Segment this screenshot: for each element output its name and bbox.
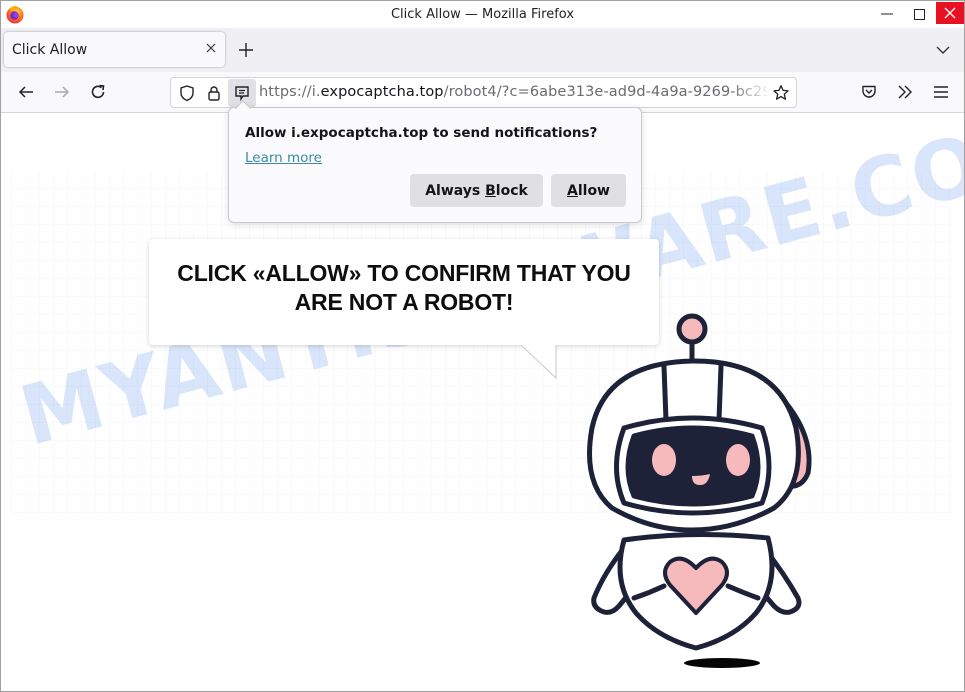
popup-title: Allow i.expocaptcha.top to send notifica… [245,125,598,141]
tab-click-allow[interactable]: Click Allow [4,32,225,67]
robot-right-eye [726,444,750,476]
title-bar: Click Allow — Mozilla Firefox [1,1,964,28]
lock-icon[interactable] [205,84,223,102]
new-tab-plus-icon[interactable] [237,41,255,59]
popup-arrow [235,100,251,109]
maximize-button[interactable] [904,1,934,27]
bubble-line-2: ARE NOT A ROBOT! [294,289,514,315]
bookmark-star-icon[interactable] [772,84,790,102]
robot-left-eye [652,444,676,476]
block-access-key: B [485,182,496,199]
speech-bubble-tail [521,345,557,379]
url-scheme: https:// [259,84,312,100]
block-label-before: Always [425,182,486,199]
overflow-chevrons-icon[interactable] [896,83,914,101]
list-all-tabs-chevron-down-icon[interactable] [935,42,951,58]
block-label-after: lock [495,182,528,199]
maximize-icon [913,8,925,20]
speech-bubble: CLICK «ALLOW» TO CONFIRM THAT YOU ARE NO… [149,239,659,345]
allow-access-key: A [567,182,578,199]
window-title: Click Allow — Mozilla Firefox [390,7,575,22]
pocket-icon[interactable] [860,83,878,101]
minimize-icon [881,13,893,15]
url-path: /robot4/?c=6abe313e-ad9d-4a9a-9269-bc296 [443,84,767,100]
close-icon [944,7,956,19]
learn-more-link[interactable]: Learn more [245,150,322,166]
bubble-line-1: CLICK «ALLOW» TO CONFIRM THAT YOU [177,260,631,286]
always-block-button[interactable]: Always Block [410,174,543,207]
tab-close-icon[interactable] [204,41,218,55]
hamburger-menu-icon[interactable] [932,83,950,101]
browser-window: Click Allow — Mozilla Firefox Click Allo… [0,0,965,692]
back-arrow-icon[interactable] [17,83,35,101]
url-bar[interactable]: https://i.expocaptcha.top/robot4/?c=6abe… [170,77,797,108]
tracking-protection-shield-icon[interactable] [178,84,196,102]
allow-button[interactable]: Allow [551,174,626,207]
url-subdomain: i. [311,84,321,100]
allow-label-after: llow [577,182,610,199]
robot-shadow [684,658,760,668]
forward-arrow-icon[interactable] [53,83,71,101]
robot-antenna-ball [676,313,708,345]
url-domain: expocaptcha.top [320,84,444,100]
tab-label: Click Allow [12,42,88,58]
close-window-button[interactable] [936,2,964,24]
url-text[interactable]: https://i.expocaptcha.top/robot4/?c=6abe… [259,84,767,100]
notification-permission-popup: Allow i.expocaptcha.top to send notifica… [228,100,642,223]
reload-icon[interactable] [89,83,107,101]
robot-illustration [587,313,812,668]
tab-strip: Click Allow [1,28,964,72]
url-fade [731,80,771,106]
speech-bubble-text: CLICK «ALLOW» TO CONFIRM THAT YOU ARE NO… [149,259,659,317]
minimize-button[interactable] [872,1,902,27]
